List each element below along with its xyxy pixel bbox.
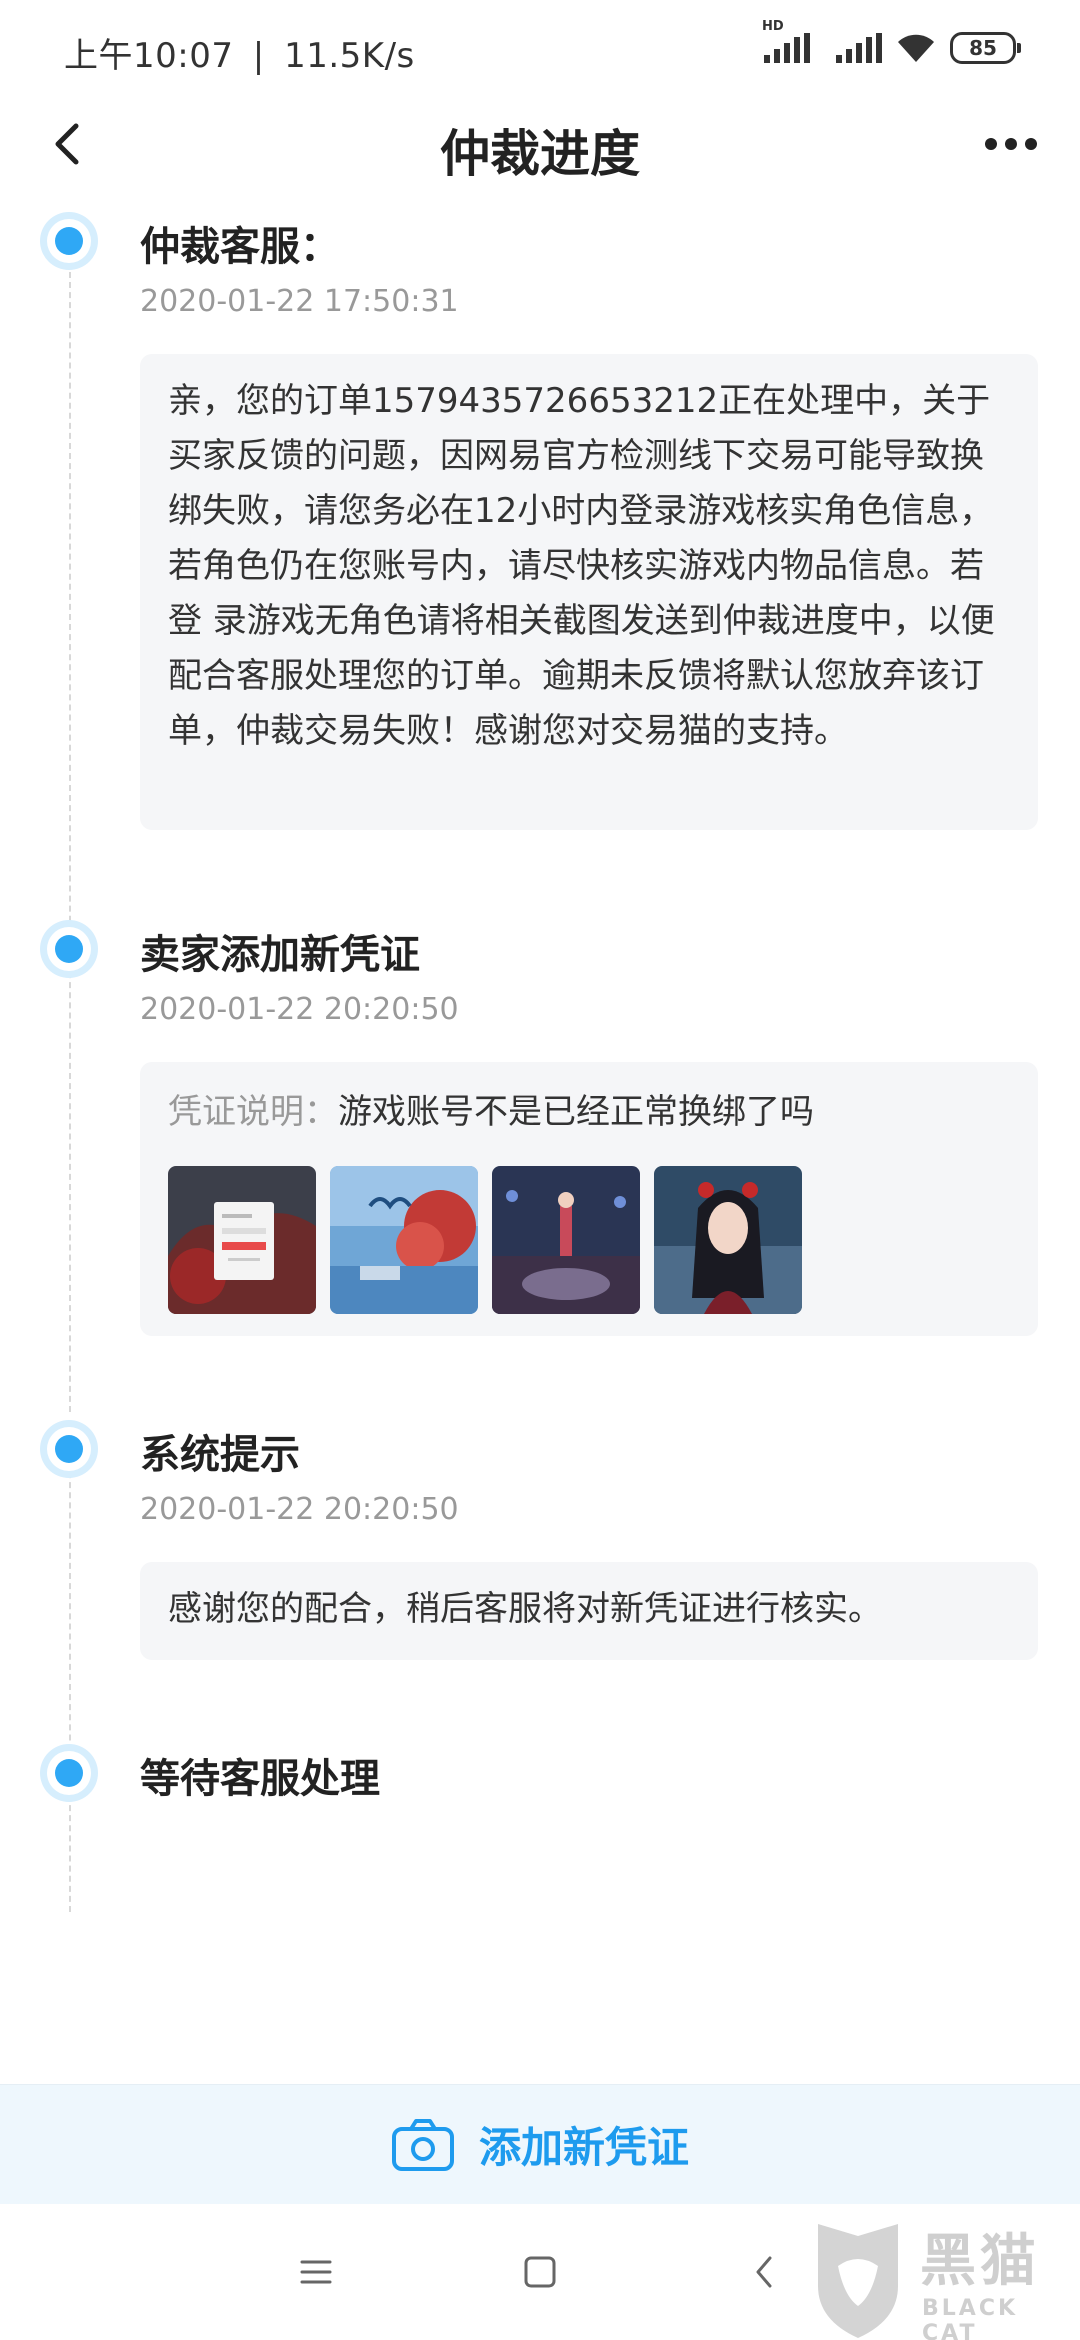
timeline-title: 卖家添加新凭证 [140,932,420,978]
evidence-card: 凭证说明：游戏账号不是已经正常换绑了吗 [140,1062,1038,1336]
evidence-thumbnails [168,1166,802,1314]
timeline-title: 系统提示 [140,1432,300,1478]
message-text: 感谢您的配合，稍后客服将对新凭证进行核实。 [168,1589,882,1629]
home-button[interactable] [512,2244,568,2300]
menu-icon [300,2260,332,2284]
hd-signal-icon: HD [762,19,810,63]
evidence-thumbnail-game-title[interactable] [330,1166,478,1314]
timeline-time: 2020-01-22 17:50:31 [140,284,459,319]
evidence-thumbnail-scene[interactable] [492,1166,640,1314]
add-evidence-label: 添加新凭证 [478,2123,689,2172]
status-icons: HD 85 [762,19,1021,70]
timeline-connector [69,962,71,1412]
cat-shield-logo-icon [818,2224,898,2338]
more-button[interactable] [978,114,1044,174]
timeline-connector [69,272,71,972]
timeline-dot [40,1744,98,1802]
battery-level: 85 [969,36,997,60]
timeline-time: 2020-01-22 20:20:50 [140,1492,459,1527]
evidence-text: 游戏账号不是已经正常换绑了吗 [338,1092,814,1132]
signal-icon [836,33,882,63]
nav-bar: 仲裁进度 [0,96,1080,192]
timeline-time: 2020-01-22 20:20:50 [140,992,459,1027]
status-bar: 上午10:07 | 11.5K/s HD 85 [0,0,1080,96]
home-square-icon [524,2256,556,2288]
wifi-icon [898,34,934,62]
status-time-speed: 上午10:07 | 11.5K/s [64,28,415,77]
timeline-dot [40,212,98,270]
blackcat-watermark: 黑猫 BLACK CAT [808,2216,1080,2340]
timeline-title: 仲裁客服： [140,224,340,270]
status-separator: | [252,36,265,76]
watermark-text: 黑猫 [920,2229,1040,2294]
evidence-thumbnail-portrait[interactable] [654,1166,802,1314]
status-speed: 11.5K/s [284,36,415,76]
timeline-connector [69,1462,71,1912]
hd-label: HD [762,19,784,34]
add-evidence-button[interactable]: 添加新凭证 [0,2084,1080,2204]
message-card: 感谢您的配合，稍后客服将对新凭证进行核实。 [140,1562,1038,1660]
back-triangle-icon [756,2256,772,2288]
timeline-dot [40,1420,98,1478]
system-back-button[interactable] [736,2244,792,2300]
message-text: 亲，您的订单1579435726653212正在处理中，关于买家反馈的问题，因网… [168,381,995,751]
battery-icon: 85 [950,32,1021,64]
timeline-title: 等待客服处理 [140,1756,380,1802]
evidence-thumbnail-login[interactable] [168,1166,316,1314]
more-dots-icon [985,138,1037,150]
evidence-description: 凭证说明：游戏账号不是已经正常换绑了吗 [168,1084,814,1133]
timeline-dot [40,920,98,978]
camera-icon [391,2118,454,2171]
menu-button[interactable] [288,2244,344,2300]
message-card: 亲，您的订单1579435726653212正在处理中，关于买家反馈的问题，因网… [140,354,1038,830]
watermark-subtext: BLACK CAT [922,2296,1019,2340]
evidence-label: 凭证说明： [168,1092,338,1132]
status-time: 上午10:07 [64,36,234,76]
page-title: 仲裁进度 [440,125,640,183]
